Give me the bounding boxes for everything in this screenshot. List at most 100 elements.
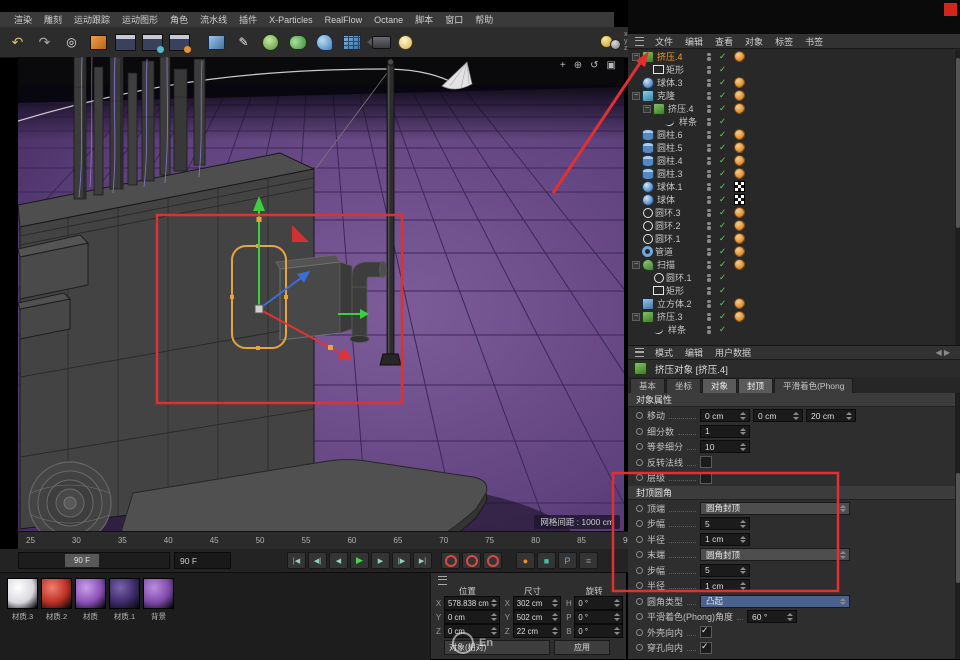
stepper-icon[interactable] [740,443,747,451]
material-thumbnail[interactable] [109,578,140,609]
object-item[interactable]: 球体.3✓ [628,76,960,89]
stepper-icon[interactable] [846,412,853,420]
visibility-dots[interactable] [707,209,711,217]
orange-tag-icon[interactable] [734,220,745,231]
visibility-dots[interactable] [707,53,711,61]
object-item[interactable]: 圆柱.6✓ [628,128,960,141]
checkbox[interactable] [700,472,712,484]
array-menu[interactable] [339,29,364,55]
zoom-view-icon[interactable]: ⊕ [574,60,582,71]
timeline-ruler[interactable]: 2530354045505560657075808590 0 F [18,531,676,550]
go-to-start-button[interactable]: |◀ [287,552,306,569]
redo-button[interactable]: ↷ [32,29,57,55]
autokeying-button[interactable] [462,552,481,569]
visibility-dots[interactable] [707,326,711,334]
object-item[interactable]: 圆柱.3✓ [628,167,960,180]
visibility-dots[interactable] [707,248,711,256]
material-item[interactable]: 材质.3 [7,578,38,622]
object-item[interactable]: 样条✓ [628,115,960,128]
stepper-icon[interactable] [793,412,800,420]
stepper-icon[interactable] [740,536,747,544]
object-item[interactable]: −扫描✓ [628,258,960,271]
om-menu-item[interactable]: 标签 [769,35,799,48]
stepper-icon[interactable] [840,505,847,513]
stepper-icon[interactable] [552,599,559,607]
anim-dot-icon[interactable] [636,459,643,466]
visibility-dots[interactable] [707,196,711,204]
enabled-check-icon[interactable]: ✓ [719,246,726,257]
object-item[interactable]: −克隆✓ [628,89,960,102]
tab-坐标[interactable]: 坐标 [666,378,701,393]
object-item[interactable]: 管道✓ [628,245,960,258]
dropdown[interactable]: 凸起 [700,595,850,608]
om-menu-item[interactable]: 文件 [649,35,679,48]
object-item[interactable]: 球体.1✓ [628,180,960,193]
value-input[interactable]: 1 cm [700,533,750,546]
tab-封顶[interactable]: 封顶 [738,378,773,393]
orange-tag-icon[interactable] [734,311,745,322]
value-input[interactable]: 10 [700,440,750,453]
stepper-icon[interactable] [614,599,621,607]
material-item[interactable]: 材质.2 [41,578,72,622]
visibility-dots[interactable] [707,131,711,139]
menu-item[interactable]: 帮助 [469,13,499,26]
anim-dot-icon[interactable] [636,412,643,419]
menu-item[interactable]: Octane [368,15,409,25]
section-header[interactable]: 对象属性 [628,393,960,407]
anim-dot-icon[interactable] [636,505,643,512]
enabled-check-icon[interactable]: ✓ [719,220,726,231]
object-item[interactable]: −挤压.4✓ [628,50,960,63]
value-input[interactable]: 0 cm [700,409,750,422]
stepper-icon[interactable] [552,613,559,621]
visibility-dots[interactable] [707,222,711,230]
expand-toggle-icon[interactable]: − [632,313,640,321]
object-item[interactable]: 矩形✓ [628,284,960,297]
coord-input[interactable]: 578.838 cm [444,596,500,610]
light-menu[interactable] [393,29,418,55]
object-item[interactable]: 矩形✓ [628,63,960,76]
anim-dot-icon[interactable] [636,567,643,574]
orange-tag-icon[interactable] [734,129,745,140]
menu-item[interactable]: RealFlow [319,15,369,25]
object-item[interactable]: 立方体.2✓ [628,297,960,310]
go-to-end-button[interactable]: ▶| [413,552,432,569]
enabled-check-icon[interactable]: ✓ [719,311,726,322]
enabled-check-icon[interactable]: ✓ [719,259,726,270]
playhead-marker[interactable]: 90 F [65,554,99,567]
coord-input[interactable]: 0 ° [574,596,623,610]
orange-tag-icon[interactable] [734,77,745,88]
mograph-menu[interactable] [258,29,283,55]
stepper-icon[interactable] [614,627,621,635]
enabled-check-icon[interactable]: ✓ [719,155,726,166]
checkbox[interactable] [700,642,712,654]
tab-基本[interactable]: 基本 [630,378,665,393]
dropdown[interactable]: 圆角封顶 [700,502,850,515]
orange-tag-icon[interactable] [734,103,745,114]
menu-item[interactable]: X-Particles [263,15,319,25]
camera-menu[interactable] [366,29,391,55]
enabled-check-icon[interactable]: ✓ [719,272,726,283]
visibility-dots[interactable] [707,105,711,113]
anim-dot-icon[interactable] [636,474,643,481]
object-item[interactable]: −挤压.4✓ [628,102,960,115]
orange-tag-icon[interactable] [734,142,745,153]
orange-tag-icon[interactable] [734,51,745,62]
viewport[interactable]: +⊕↺▣ 网格间距 : 1000 cm [18,57,624,531]
visibility-dots[interactable] [707,261,711,269]
checker-tag-icon[interactable] [734,181,745,192]
expand-toggle-icon[interactable]: − [632,53,640,61]
value-input[interactable]: 60 ° [747,610,797,623]
visibility-dots[interactable] [707,313,711,321]
enabled-check-icon[interactable]: ✓ [719,181,726,192]
value-input[interactable]: 1 [700,425,750,438]
enabled-check-icon[interactable]: ✓ [719,194,726,205]
checkbox[interactable] [700,626,712,638]
keyframe-selection-button[interactable] [483,552,502,569]
stepper-icon[interactable] [491,599,498,607]
stepper-icon[interactable] [740,582,747,590]
move-tool[interactable] [86,29,111,55]
anim-dot-icon[interactable] [636,598,643,605]
object-manager-menu-icon[interactable] [635,37,644,46]
record-keyframe-button[interactable] [441,552,460,569]
visibility-dots[interactable] [707,170,711,178]
